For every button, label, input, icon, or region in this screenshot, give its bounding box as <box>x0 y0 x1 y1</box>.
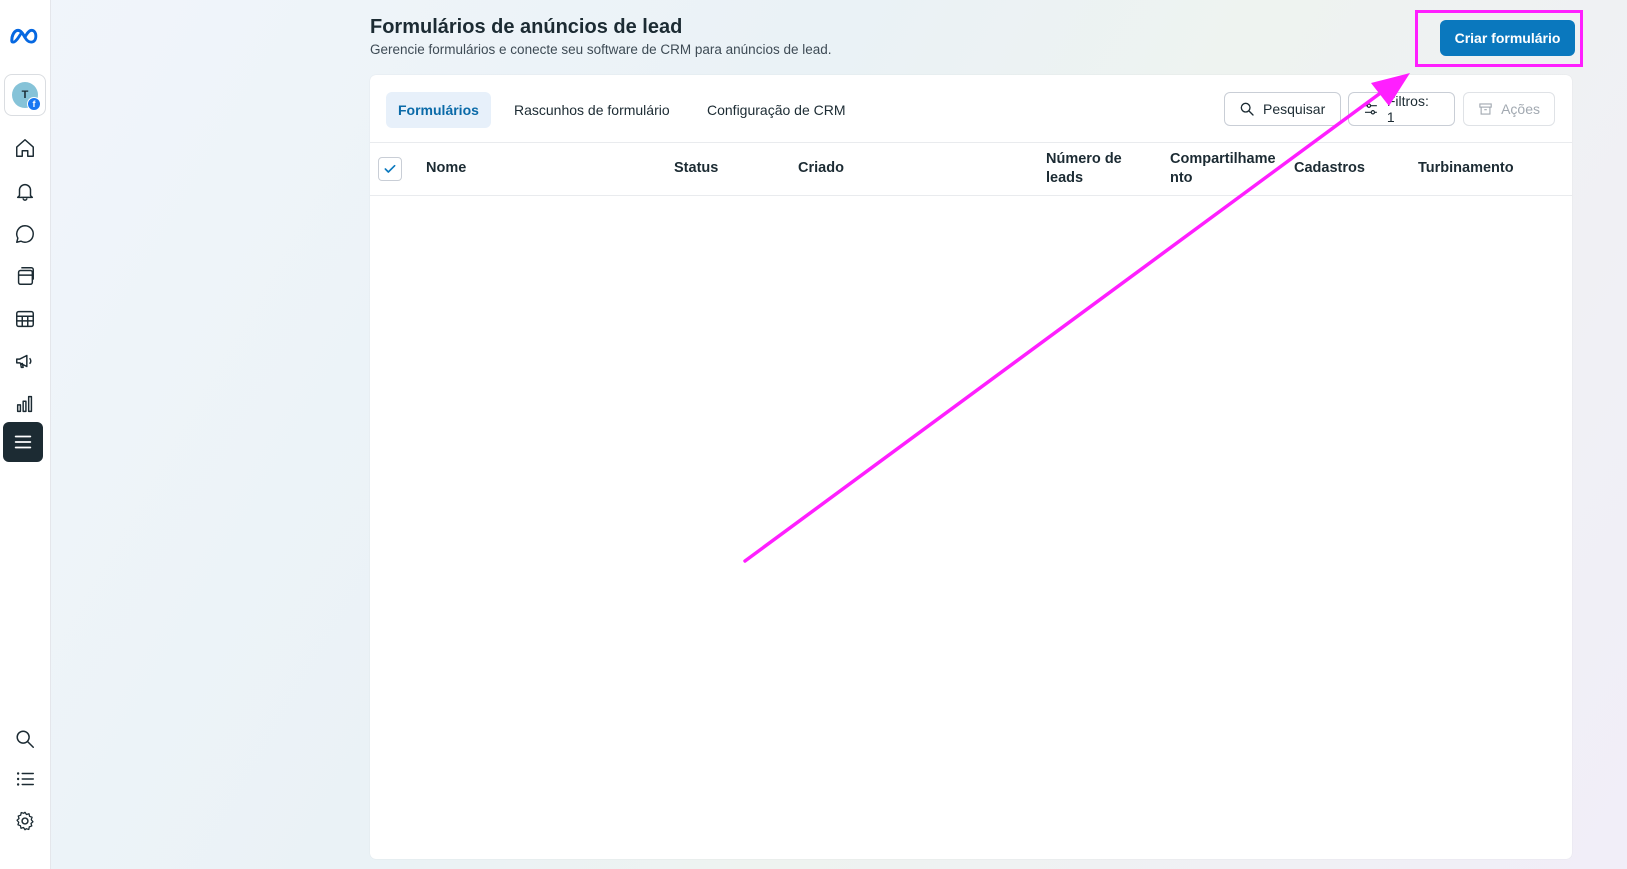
search-icon <box>1240 102 1254 116</box>
column-header-criado[interactable]: Criado <box>798 159 844 178</box>
tab-formularios[interactable]: Formulários <box>386 92 491 128</box>
column-header-nome[interactable]: Nome <box>426 159 466 178</box>
bell-icon[interactable] <box>9 175 41 207</box>
home-icon[interactable] <box>9 132 41 164</box>
meta-logo-icon[interactable] <box>5 20 45 52</box>
avatar-initial: T f <box>12 82 41 111</box>
chat-icon[interactable] <box>9 218 41 250</box>
search-icon[interactable] <box>9 723 41 755</box>
filters-button[interactable]: Filtros: 1 <box>1348 92 1455 126</box>
megaphone-icon[interactable] <box>9 345 41 377</box>
page-title: Formulários de anúncios de lead <box>370 16 683 38</box>
tab-rascunhos[interactable]: Rascunhos de formulário <box>502 92 682 128</box>
left-sidebar: T f <box>0 0 51 869</box>
table-icon[interactable] <box>9 303 41 335</box>
list-icon[interactable] <box>9 763 41 795</box>
highlight-box <box>1415 10 1583 67</box>
facebook-badge-icon: f <box>27 97 41 111</box>
forms-panel: Formulários Rascunhos de formulário Conf… <box>370 75 1572 859</box>
check-icon <box>384 164 396 173</box>
filters-button-label: Filtros: 1 <box>1386 93 1429 125</box>
column-header-numero-de-leads[interactable]: Número de leads <box>1046 150 1138 188</box>
table-header: Nome Status Criado Número de leads Compa… <box>370 142 1572 196</box>
gear-icon[interactable] <box>9 805 41 837</box>
pages-icon[interactable] <box>9 260 41 292</box>
actions-button-label: Ações <box>1501 101 1540 117</box>
menu-icon[interactable] <box>3 422 43 462</box>
column-header-cadastros[interactable]: Cadastros <box>1294 159 1365 178</box>
actions-button[interactable]: Ações <box>1463 92 1555 126</box>
tab-configuracao-crm[interactable]: Configuração de CRM <box>695 92 858 128</box>
column-header-turbinamento[interactable]: Turbinamento <box>1418 159 1514 178</box>
search-button[interactable]: Pesquisar <box>1224 92 1341 126</box>
column-header-status[interactable]: Status <box>674 159 718 178</box>
select-all-checkbox[interactable] <box>378 157 402 181</box>
sliders-icon <box>1364 103 1377 115</box>
column-header-compartilhamento[interactable]: Compartilhamento <box>1170 150 1282 188</box>
account-avatar[interactable]: T f <box>4 74 46 116</box>
bar-chart-icon[interactable] <box>9 388 41 420</box>
archive-icon <box>1479 103 1492 115</box>
search-button-label: Pesquisar <box>1263 101 1326 117</box>
page-subtitle: Gerencie formulários e conecte seu softw… <box>370 42 832 57</box>
